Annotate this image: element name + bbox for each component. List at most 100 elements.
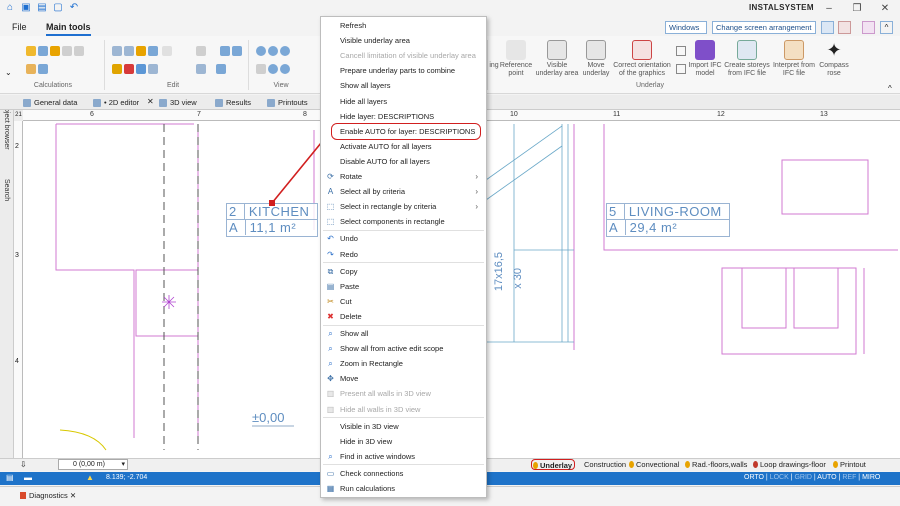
- menu-item-hide-layer-descriptions[interactable]: Hide layer: DESCRIPTIONS: [321, 109, 486, 124]
- calc-icon-2[interactable]: [38, 46, 48, 56]
- mode-grid[interactable]: GRID: [794, 474, 812, 481]
- screen-arrangement-dropdown[interactable]: Change screen arrangement ▾: [712, 21, 816, 43]
- tab-file[interactable]: File: [12, 22, 27, 32]
- menu-item-visible-underlay-area[interactable]: Visible underlay area: [321, 33, 486, 48]
- menu-item-select-in-rectangle-by-criteria[interactable]: ⬚ Select in rectangle by criteria ›: [321, 199, 486, 214]
- layout-icon[interactable]: [821, 21, 834, 34]
- search-tab[interactable]: Search: [3, 179, 10, 201]
- cut-ribbon-icon[interactable]: [112, 64, 122, 74]
- layer-tab-printout[interactable]: Printout: [832, 459, 866, 470]
- menu-item-find-in-active-windows[interactable]: ⌕ Find in active windows: [321, 449, 486, 464]
- layer-tab-construction[interactable]: Construction: [576, 459, 626, 470]
- visible-underlay-area-button[interactable]: Visible underlay area: [535, 40, 579, 78]
- layer-tab-convectional[interactable]: Convectional: [628, 459, 679, 470]
- mode-orto[interactable]: ORTO: [744, 474, 764, 481]
- close-window-button[interactable]: ✕: [874, 1, 896, 16]
- mode-auto[interactable]: AUTO: [817, 474, 836, 481]
- help-icon[interactable]: [862, 21, 875, 34]
- menu-item-show-all-from-active-edit-scope[interactable]: ⌕ Show all from active edit scope: [321, 341, 486, 356]
- restore-button[interactable]: ❐: [846, 1, 868, 16]
- ifc-small-icon[interactable]: [676, 46, 686, 56]
- import-ifc-button[interactable]: Import IFC model: [688, 40, 722, 78]
- layer-tab-loop-drawings[interactable]: Loop drawings-floor: [752, 459, 826, 470]
- menu-item-redo[interactable]: ↷ Redo: [321, 247, 486, 262]
- move-underlay-button[interactable]: Move underlay: [580, 40, 612, 78]
- app-menu-icon[interactable]: ⌂: [4, 2, 16, 14]
- ifc-small-icon[interactable]: [676, 64, 686, 74]
- compass-rose-button[interactable]: ✦ Compass rose: [818, 40, 850, 78]
- menu-item-delete[interactable]: ✖ Delete: [321, 309, 486, 324]
- diagnostics-tab[interactable]: Diagnostics ✕: [20, 491, 76, 500]
- menu-item-prepare-underlay-parts-to-combine[interactable]: Prepare underlay parts to combine: [321, 63, 486, 78]
- zoom-in-icon[interactable]: [256, 46, 266, 56]
- menu-item-cut[interactable]: ✂ Cut: [321, 294, 486, 309]
- layer-tab-underlay[interactable]: Underlay: [531, 459, 575, 470]
- menu-item-paste[interactable]: ▤ Paste: [321, 279, 486, 294]
- edit-icon-10[interactable]: [196, 64, 206, 74]
- menu-item-zoom-in-rectangle[interactable]: ⌕ Zoom in Rectangle: [321, 356, 486, 371]
- create-storeys-button[interactable]: Create storeys from IFC file: [724, 40, 770, 78]
- edit-icon-2[interactable]: [124, 46, 134, 56]
- correct-orientation-button[interactable]: Correct orientation of the graphics: [613, 40, 671, 78]
- menu-item-select-all-by-criteria[interactable]: A Select all by criteria ›: [321, 184, 486, 199]
- mode-lock[interactable]: LOCK: [770, 474, 789, 481]
- mode-miro[interactable]: MIRO: [862, 474, 880, 481]
- minimize-button[interactable]: –: [818, 1, 840, 16]
- menu-item-undo[interactable]: ↶ Undo: [321, 231, 486, 246]
- layer-tab-rad-floors[interactable]: Rad.-floors,walls: [684, 459, 747, 470]
- menu-item-rotate[interactable]: ⟳ Rotate ›: [321, 169, 486, 184]
- menu-item-show-all[interactable]: ⌕ Show all: [321, 326, 486, 341]
- edit-icon-9[interactable]: [148, 64, 158, 74]
- level-select[interactable]: 0 (0,00 m) ▾: [58, 459, 128, 470]
- layer-nav-icon[interactable]: ⇩: [20, 460, 27, 469]
- menu-item-visible-in-3d-view[interactable]: Visible in 3D view: [321, 419, 486, 434]
- reference-point-button[interactable]: Reference point: [498, 40, 534, 78]
- edit-icon-4[interactable]: [148, 46, 158, 56]
- new-file-icon[interactable]: ▢: [52, 2, 64, 14]
- zoom-window-icon[interactable]: [256, 64, 266, 74]
- edit-icon-5[interactable]: [162, 46, 172, 56]
- collapse-ribbon-icon[interactable]: ^: [880, 21, 893, 34]
- tab-3d-view[interactable]: 3D view: [158, 97, 197, 109]
- tab-2d-editor[interactable]: • 2D editor: [92, 97, 139, 109]
- save-icon[interactable]: ▣: [20, 2, 32, 14]
- tab-main-tools[interactable]: Main tools: [46, 22, 91, 36]
- menu-item-check-connections[interactable]: ▭ Check connections: [321, 466, 486, 481]
- menu-item-hide-in-3d-view[interactable]: Hide in 3D view: [321, 434, 486, 449]
- collapse-icon[interactable]: ^: [888, 84, 892, 93]
- edit-icon-6[interactable]: [196, 46, 206, 56]
- paste-ribbon-icon[interactable]: [136, 64, 146, 74]
- menu-item-refresh[interactable]: Refresh: [321, 18, 486, 33]
- edit-icon-1[interactable]: [112, 46, 122, 56]
- edit-icon-3[interactable]: [136, 46, 146, 56]
- menu-item-move[interactable]: ✥ Move: [321, 371, 486, 386]
- menu-item-disable-auto-for-all-layers[interactable]: Disable AUTO for all layers: [321, 154, 486, 169]
- edit-icon-8[interactable]: [232, 46, 242, 56]
- menu-item-select-components-in-rectangle[interactable]: ⬚ Select components in rectangle: [321, 214, 486, 229]
- mode-ref[interactable]: REF: [842, 474, 856, 481]
- menu-item-copy[interactable]: ⧉ Copy: [321, 264, 486, 279]
- edit-icon-11[interactable]: [216, 64, 226, 74]
- calc-icon-5[interactable]: [74, 46, 84, 56]
- windows-dropdown[interactable]: Windows ▾: [665, 21, 707, 43]
- menu-item-run-calculations[interactable]: ▦ Run calculations: [321, 481, 486, 496]
- calc-icon-1[interactable]: [26, 46, 36, 56]
- zoom-out-icon[interactable]: [268, 46, 278, 56]
- calc-icon-3[interactable]: [50, 46, 60, 56]
- delete-ribbon-icon[interactable]: [124, 64, 134, 74]
- calc-icon-4[interactable]: [62, 46, 72, 56]
- room-label-living-room[interactable]: 5 LIVING-ROOM A 29,4 m²: [606, 203, 730, 237]
- undo-icon[interactable]: ↶: [68, 2, 80, 14]
- calc-dropdown-icon[interactable]: ⌄: [5, 68, 12, 77]
- zoom-next-icon[interactable]: [280, 64, 290, 74]
- dock-icon[interactable]: [838, 21, 851, 34]
- menu-item-show-all-layers[interactable]: Show all layers: [321, 78, 486, 93]
- close-tab-icon[interactable]: ✕: [147, 97, 154, 106]
- zoom-prev-icon[interactable]: [268, 64, 278, 74]
- edit-icon-7[interactable]: [220, 46, 230, 56]
- tab-printouts[interactable]: Printouts: [266, 97, 308, 109]
- menu-item-activate-auto-for-all-layers[interactable]: Activate AUTO for all layers: [321, 139, 486, 154]
- interpret-ifc-button[interactable]: Interpret from IFC file: [772, 40, 816, 78]
- zoom-all-icon[interactable]: [280, 46, 290, 56]
- calc-icon-6[interactable]: [26, 64, 36, 74]
